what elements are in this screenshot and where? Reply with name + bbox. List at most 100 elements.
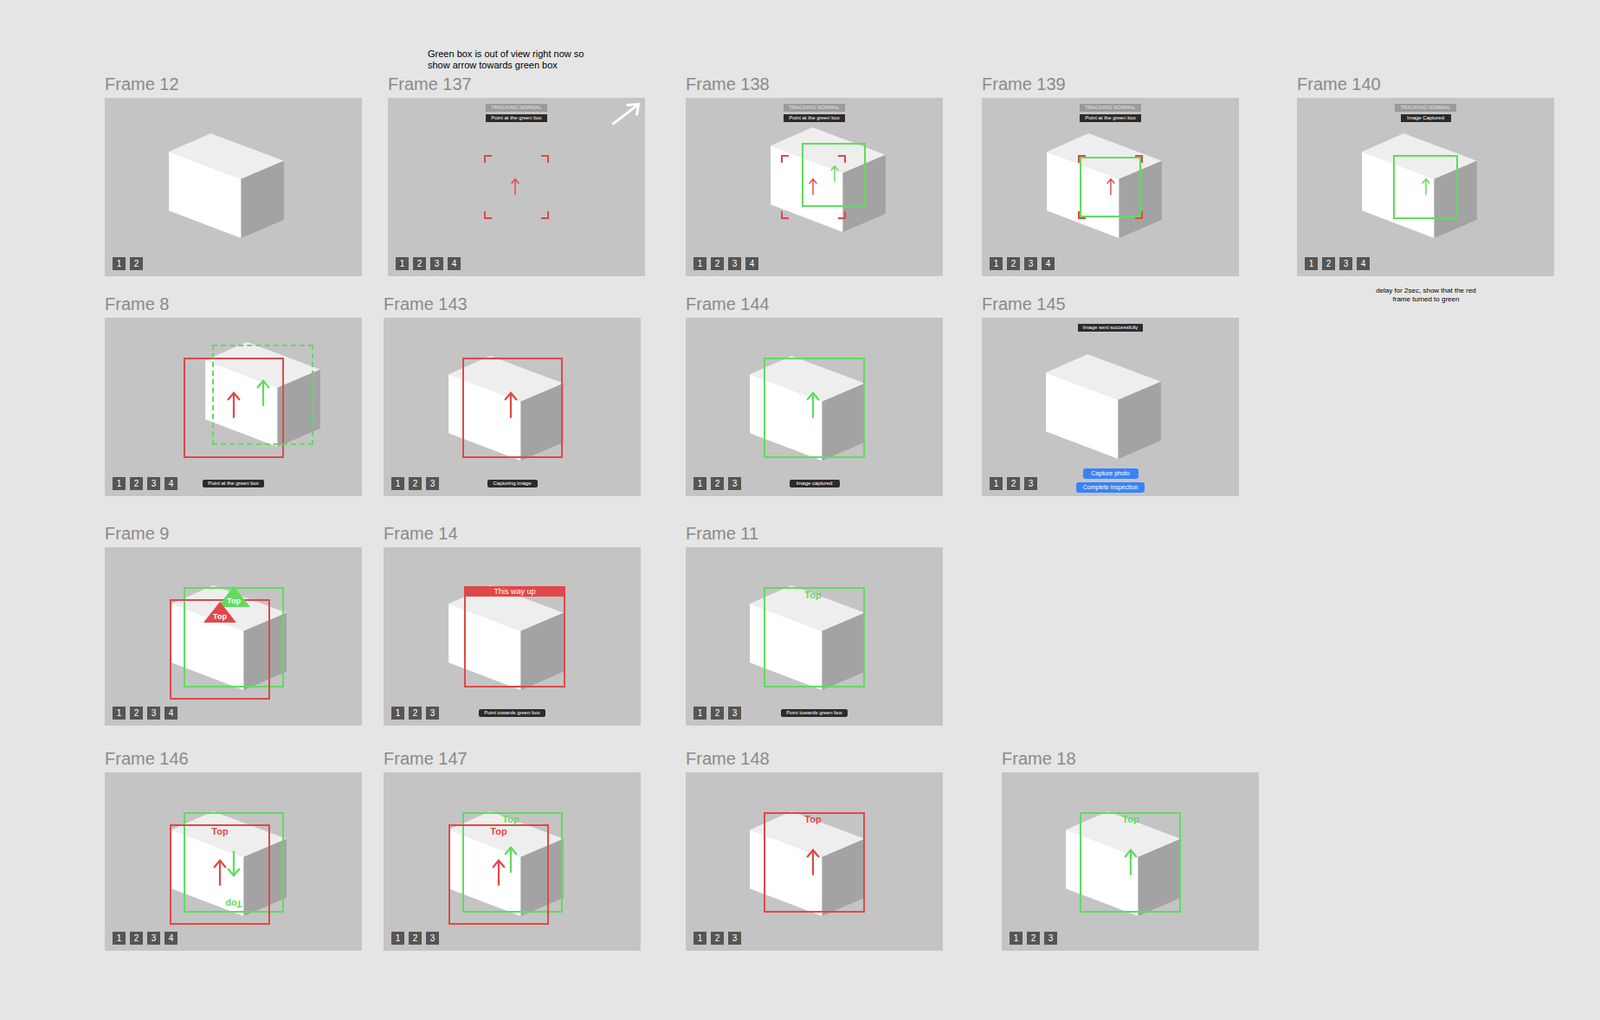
status-pill: TRACKING NORMAL <box>1079 103 1141 112</box>
arrow <box>805 390 821 420</box>
step-badge[interactable]: 4 <box>447 257 461 271</box>
arrow <box>1122 847 1139 877</box>
target-frame <box>763 587 865 688</box>
step-badge[interactable]: 1 <box>693 931 707 945</box>
action-button[interactable]: Capture photo <box>1083 468 1139 479</box>
frame[interactable]: TopTop1234 <box>104 772 362 951</box>
action-button[interactable]: Complete inspection <box>1076 482 1145 493</box>
frame[interactable]: Top123 <box>1001 772 1259 951</box>
step-badge[interactable]: 3 <box>425 477 439 491</box>
frame-title[interactable]: Frame 14 <box>383 522 459 544</box>
frame[interactable]: TRACKING NORMALImage Captured1234 <box>1296 97 1555 277</box>
step-badge[interactable]: 3 <box>728 477 742 491</box>
step-badge[interactable]: 3 <box>728 706 742 720</box>
step-badge[interactable]: 3 <box>1024 477 1038 491</box>
step-badge[interactable]: 1 <box>112 931 126 945</box>
frame-title[interactable]: Frame 140 <box>1296 73 1381 95</box>
frame[interactable]: TRACKING NORMALPoint at the green box123… <box>981 97 1239 277</box>
step-badge[interactable]: 1 <box>989 257 1003 271</box>
status-pill: TRACKING NORMAL <box>1394 103 1456 112</box>
step-badge[interactable]: 2 <box>1026 931 1040 945</box>
frame[interactable]: TopTop1234 <box>104 547 362 726</box>
annotation-note: delay for 2sec, show that the red frame … <box>1374 286 1478 304</box>
step-badge[interactable]: 2 <box>129 477 143 491</box>
frame-title[interactable]: Frame 12 <box>104 73 180 95</box>
step-badge[interactable]: 4 <box>164 706 178 720</box>
frame-title[interactable]: Frame 143 <box>383 293 468 315</box>
step-badge[interactable]: 2 <box>710 706 724 720</box>
frame-title[interactable]: Frame 11 <box>685 522 759 544</box>
step-badges: 123 <box>391 931 439 945</box>
step-badge[interactable]: 4 <box>164 931 178 945</box>
step-badge[interactable]: 2 <box>129 706 143 720</box>
step-badge[interactable]: 2 <box>129 257 143 271</box>
step-badge[interactable]: 1 <box>693 706 707 720</box>
top-label-text: Top <box>804 814 821 825</box>
step-badge[interactable]: 2 <box>408 706 422 720</box>
step-badges: 1234 <box>112 706 178 720</box>
step-badge[interactable]: 1 <box>391 706 405 720</box>
step-badge[interactable]: 3 <box>728 257 742 271</box>
frame[interactable]: 12 <box>104 97 362 277</box>
frame[interactable]: TopPoint towards green box123 <box>685 547 943 726</box>
step-badge[interactable]: 1 <box>112 477 126 491</box>
step-badge[interactable]: 1 <box>112 706 126 720</box>
step-badge[interactable]: 3 <box>430 257 444 271</box>
step-badge[interactable]: 4 <box>1041 257 1055 271</box>
step-badge[interactable]: 2 <box>412 257 426 271</box>
frame[interactable]: TopTop123 <box>383 772 641 951</box>
step-badge[interactable]: 1 <box>1304 257 1318 271</box>
frame-title[interactable]: Frame 18 <box>1001 748 1077 769</box>
status-pill: TRACKING NORMAL <box>485 103 547 112</box>
step-badge[interactable]: 1 <box>391 931 405 945</box>
step-badge[interactable]: 2 <box>710 477 724 491</box>
frame-title[interactable]: Frame 146 <box>104 748 189 769</box>
step-badge[interactable]: 3 <box>1339 257 1353 271</box>
step-badge[interactable]: 1 <box>112 257 126 271</box>
step-badge[interactable]: 1 <box>693 477 707 491</box>
frame-title[interactable]: Frame 139 <box>981 73 1066 95</box>
step-badge[interactable]: 4 <box>745 257 759 271</box>
step-badge[interactable]: 2 <box>710 257 724 271</box>
frame[interactable]: This way upPoint towards green box123 <box>383 547 641 726</box>
step-badge[interactable]: 3 <box>425 706 439 720</box>
frame[interactable]: Point at the green box1234 <box>104 317 362 497</box>
step-badge[interactable]: 3 <box>425 931 439 945</box>
frame[interactable]: TRACKING NORMALPoint at the green box123… <box>685 97 943 277</box>
frame-title[interactable]: Frame 8 <box>104 293 169 315</box>
step-badge[interactable]: 3 <box>1024 257 1038 271</box>
step-badge[interactable]: 2 <box>129 931 143 945</box>
frame[interactable]: Image sent successfullyCapture photoComp… <box>981 317 1239 497</box>
step-badge[interactable]: 2 <box>710 931 724 945</box>
frame-title[interactable]: Frame 148 <box>685 748 770 769</box>
frame-title[interactable]: Frame 137 <box>387 73 472 95</box>
frame[interactable]: Top 123 <box>685 772 943 951</box>
step-badge[interactable]: 2 <box>1322 257 1336 271</box>
step-badge[interactable]: 1 <box>395 257 409 271</box>
step-badge[interactable]: 1 <box>693 257 707 271</box>
frame[interactable]: Image captured123 <box>685 317 943 497</box>
step-badge[interactable]: 3 <box>147 706 161 720</box>
frame-title[interactable]: Frame 9 <box>104 522 169 544</box>
step-badge[interactable]: 4 <box>1356 257 1370 271</box>
step-badge[interactable]: 1 <box>1009 931 1023 945</box>
step-badge[interactable]: 1 <box>989 477 1003 491</box>
step-badge[interactable]: 3 <box>1044 931 1058 945</box>
step-badge[interactable]: 3 <box>147 477 161 491</box>
step-badge[interactable]: 2 <box>408 931 422 945</box>
step-badge[interactable]: 3 <box>147 931 161 945</box>
frame-title[interactable]: Frame 138 <box>685 73 770 95</box>
frame-title[interactable]: Frame 147 <box>383 748 468 769</box>
frame-title[interactable]: Frame 144 <box>685 293 770 315</box>
target-frame <box>763 812 865 913</box>
step-badge[interactable]: 2 <box>1006 257 1020 271</box>
step-badge[interactable]: 1 <box>391 477 405 491</box>
banner-text: This way up <box>493 587 536 596</box>
step-badge[interactable]: 2 <box>1006 477 1020 491</box>
step-badge[interactable]: 2 <box>408 477 422 491</box>
frame[interactable]: Capturing image123 <box>383 317 641 497</box>
frame[interactable]: TRACKING NORMALPoint at the green box123… <box>387 97 646 277</box>
step-badge[interactable]: 3 <box>728 931 742 945</box>
step-badge[interactable]: 4 <box>164 477 178 491</box>
frame-title[interactable]: Frame 145 <box>981 293 1066 315</box>
